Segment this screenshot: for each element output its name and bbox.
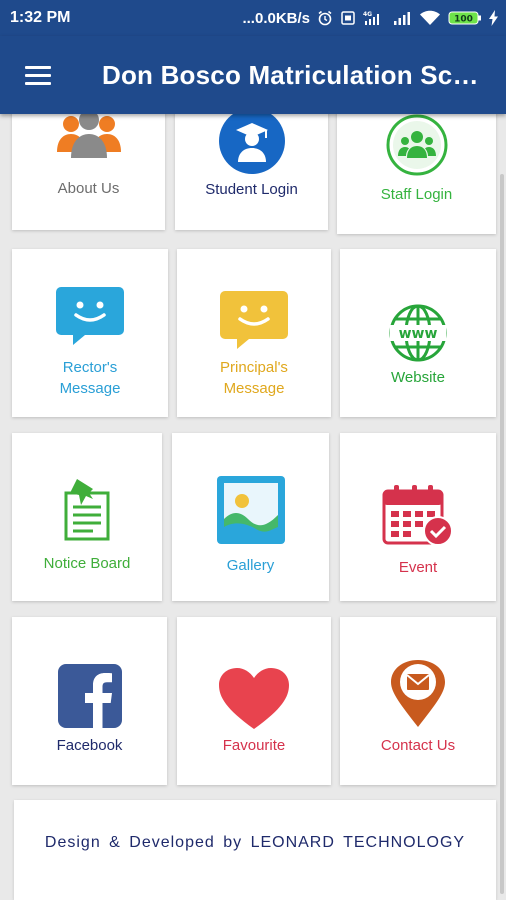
tile-event-label: Event	[398, 559, 438, 576]
calendar-check-icon	[382, 485, 453, 546]
tile-about-us[interactable]: About Us	[12, 114, 165, 230]
svg-text:www: www	[399, 326, 438, 342]
app-title: Don Bosco Matriculation Sch…	[102, 60, 492, 90]
tile-student-login-label: Student Login	[205, 181, 298, 198]
mail-location-pin-icon	[391, 660, 445, 727]
menu-grid[interactable]: About Us Student Login Staff Login Recto…	[0, 114, 506, 900]
chat-bubble-icon-yellow	[220, 291, 288, 349]
signal-icon: 4G	[363, 11, 379, 25]
tile-staff-login-label: Staff Login	[380, 186, 453, 203]
charging-icon	[489, 10, 498, 26]
status-bar: 1:32 PM ...0.0KB/s 4G 100	[0, 0, 506, 36]
status-icons: ...0.0KB/s 4G 100	[242, 8, 498, 28]
tile-notice-board[interactable]: Notice Board	[12, 433, 162, 601]
notice-clipboard-icon	[64, 479, 110, 541]
tile-about-us-label: About Us	[57, 180, 120, 197]
people-group-icon	[56, 114, 121, 158]
sim-icon	[341, 11, 355, 25]
tile-event[interactable]: Event	[340, 433, 496, 601]
tile-staff-login[interactable]: Staff Login	[337, 114, 496, 234]
heart-icon	[219, 668, 289, 729]
tile-favourite-label: Favourite	[222, 737, 286, 754]
tile-website[interactable]: www Website	[340, 249, 496, 417]
graduate-student-icon	[218, 114, 285, 174]
battery-icon: 100	[448, 11, 481, 25]
footer-credit: Design & Developed by LEONARD TECHNOLOGY	[44, 834, 466, 851]
tile-contact-us[interactable]: Contact Us	[340, 617, 496, 785]
facebook-icon	[57, 664, 122, 729]
app-bar: Don Bosco Matriculation Sch…	[0, 36, 506, 114]
signal-icon-2	[394, 12, 410, 25]
tile-rectors-message[interactable]: Rector's Message	[12, 249, 168, 417]
hamburger-menu-icon[interactable]	[22, 62, 54, 88]
footer: Design & Developed by LEONARD TECHNOLOGY	[14, 800, 496, 900]
picture-icon	[216, 476, 285, 544]
tile-notice-board-label: Notice Board	[43, 555, 131, 572]
tile-principals-message[interactable]: Principal's Message	[177, 249, 331, 417]
tile-facebook[interactable]: Facebook	[12, 617, 167, 785]
network-speed: ...0.0KB/s	[242, 9, 310, 27]
status-time: 1:32 PM	[10, 9, 71, 26]
chat-bubble-icon	[56, 287, 124, 345]
wifi-icon	[420, 10, 440, 25]
tile-gallery[interactable]: Gallery	[172, 433, 329, 601]
tile-gallery-label: Gallery	[226, 557, 275, 574]
tile-rectors-message-label: Rector's Message	[59, 359, 121, 397]
tile-student-login[interactable]: Student Login	[175, 114, 328, 230]
tile-principals-message-label: Principal's Message	[220, 359, 288, 397]
tile-favourite[interactable]: Favourite	[177, 617, 331, 785]
tile-website-label: Website	[391, 369, 445, 386]
svg-text:4G: 4G	[363, 11, 372, 18]
scrollbar[interactable]	[500, 174, 504, 894]
tile-facebook-label: Facebook	[56, 737, 123, 754]
staff-group-icon	[386, 114, 447, 176]
battery-level: 100	[454, 15, 473, 25]
www-globe-icon: www	[389, 304, 447, 362]
tile-contact-us-label: Contact Us	[380, 737, 456, 754]
alarm-icon	[318, 10, 332, 26]
